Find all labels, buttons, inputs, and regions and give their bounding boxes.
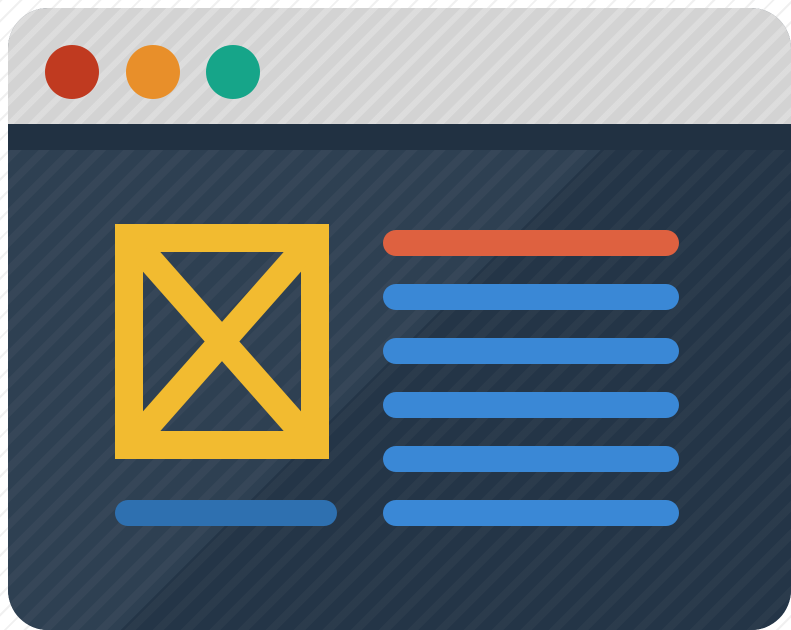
browser-window bbox=[8, 8, 791, 630]
text-line bbox=[383, 338, 679, 364]
content-top-shade bbox=[8, 124, 791, 150]
text-line bbox=[383, 500, 679, 526]
text-line bbox=[383, 284, 679, 310]
heading-line bbox=[383, 230, 679, 256]
text-line bbox=[383, 446, 679, 472]
title-bar bbox=[8, 8, 791, 124]
close-dot-icon[interactable] bbox=[45, 45, 99, 99]
maximize-dot-icon[interactable] bbox=[206, 45, 260, 99]
icon-canvas bbox=[0, 0, 791, 630]
caption-line bbox=[115, 500, 337, 526]
minimize-dot-icon[interactable] bbox=[126, 45, 180, 99]
text-line bbox=[383, 392, 679, 418]
image-placeholder-icon bbox=[115, 224, 329, 459]
window-content bbox=[8, 124, 791, 630]
